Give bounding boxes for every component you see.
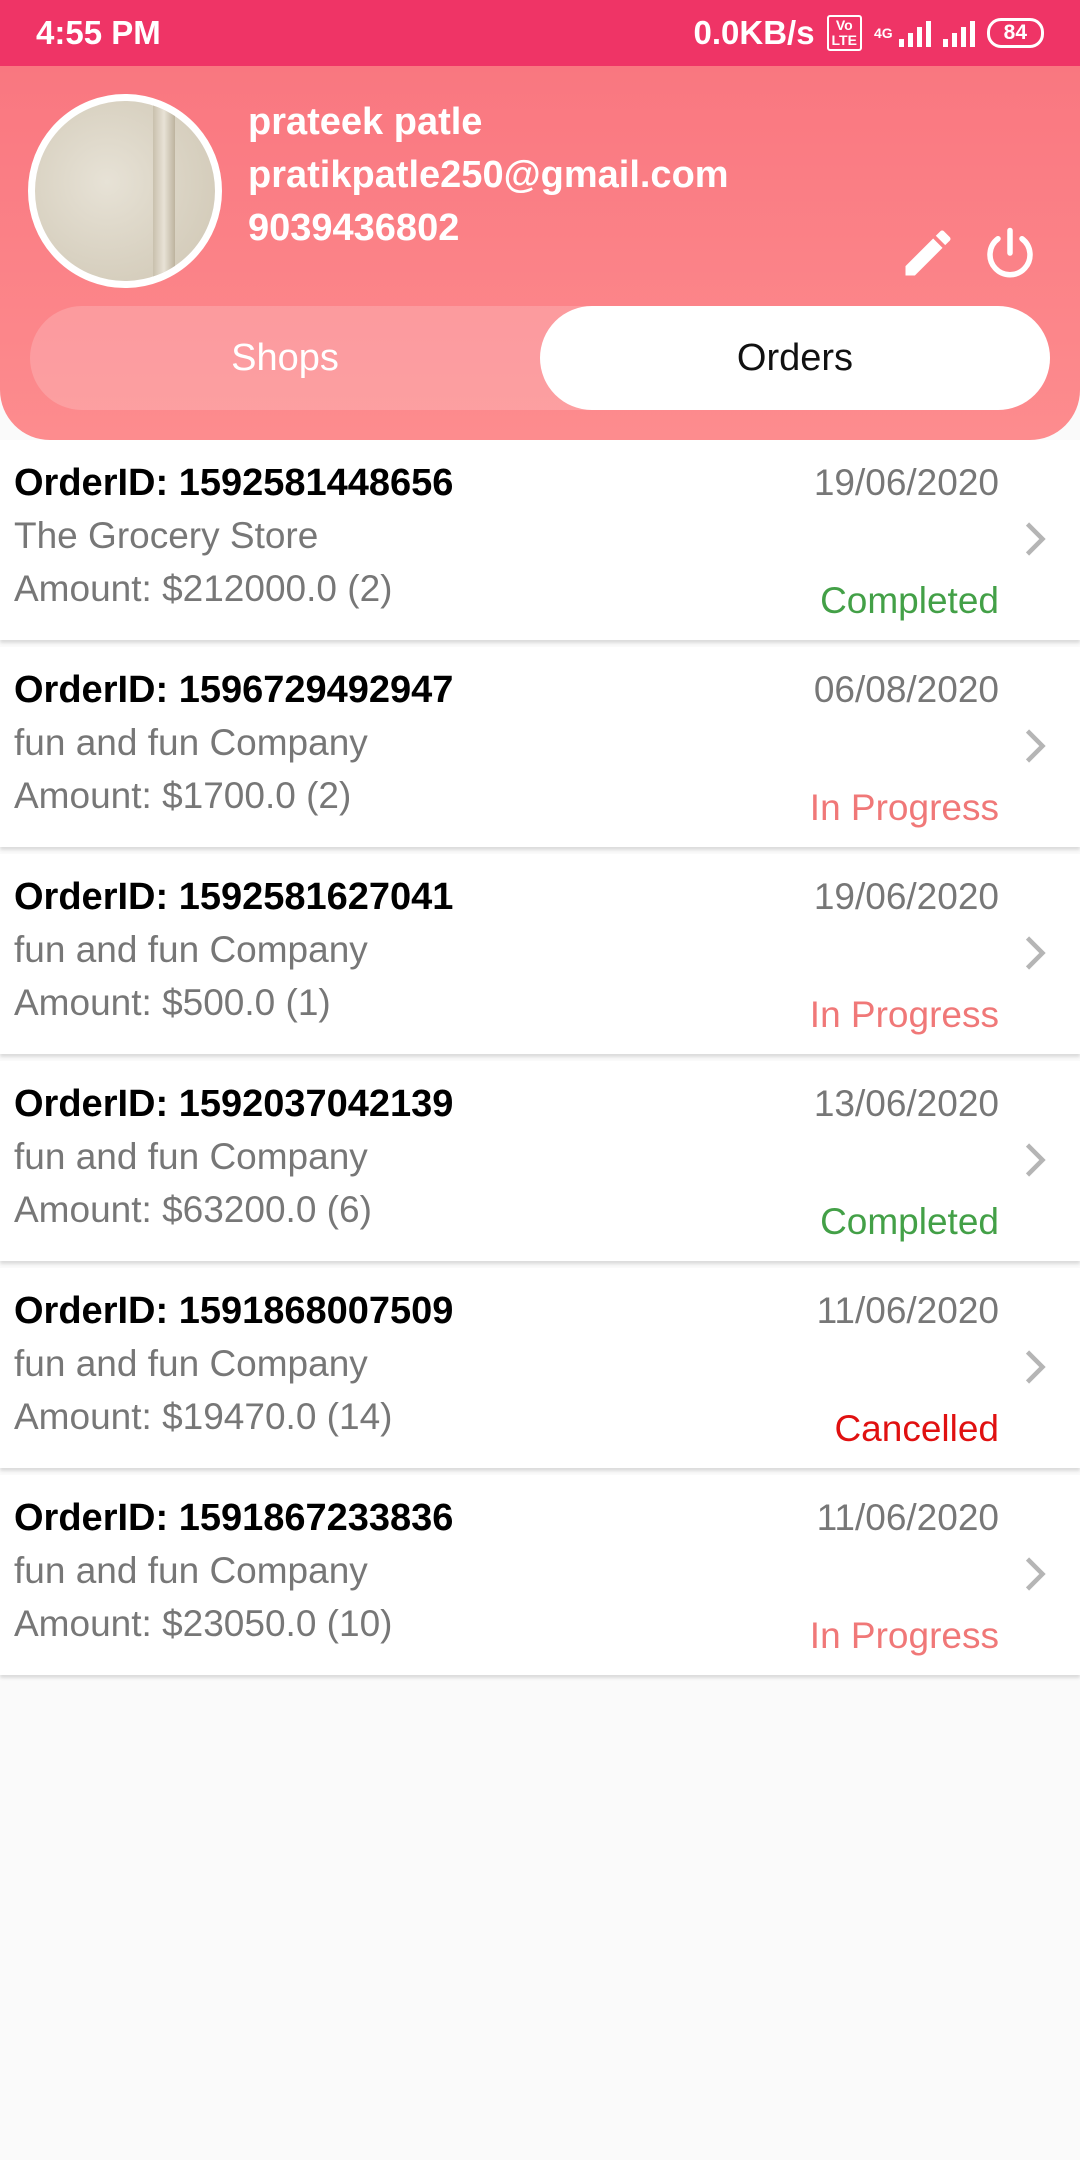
order-card[interactable]: OrderID: 1591867233836 fun and fun Compa… xyxy=(0,1475,1080,1675)
order-store: The Grocery Store xyxy=(14,515,319,556)
volte-icon: Vo LTE xyxy=(826,15,862,51)
status-indicators: 0.0KB/s Vo LTE 4G 84 xyxy=(693,14,1044,52)
order-date: 11/06/2020 xyxy=(816,1290,999,1331)
order-date: 19/06/2020 xyxy=(813,462,999,503)
chevron-right-icon xyxy=(1025,729,1046,763)
signal-icon-2 xyxy=(942,19,975,47)
chevron-right-icon xyxy=(1025,936,1046,970)
order-store: fun and fun Company xyxy=(14,1550,368,1591)
order-date: 06/08/2020 xyxy=(813,669,999,710)
order-card[interactable]: OrderID: 1592581627041 fun and fun Compa… xyxy=(0,854,1080,1054)
order-amount: Amount: $63200.0 (6) xyxy=(14,1189,372,1230)
order-id: OrderID: 1592581448656 xyxy=(14,462,454,504)
profile-header: prateek patle pratikpatle250@gmail.com 9… xyxy=(0,66,1080,440)
order-amount: Amount: $500.0 (1) xyxy=(14,982,331,1023)
order-amount: Amount: $1700.0 (2) xyxy=(14,775,352,816)
pencil-icon[interactable] xyxy=(898,223,958,283)
order-id: OrderID: 1591867233836 xyxy=(14,1497,454,1539)
network-type: 4G xyxy=(873,25,893,41)
order-id: OrderID: 1591868007509 xyxy=(14,1290,454,1332)
chevron-right-icon xyxy=(1025,522,1046,556)
user-email: pratikpatle250@gmail.com xyxy=(248,154,729,196)
order-date: 19/06/2020 xyxy=(813,876,999,917)
order-status: In Progress xyxy=(809,1615,999,1656)
order-store: fun and fun Company xyxy=(14,722,368,763)
order-card[interactable]: OrderID: 1591868007509 fun and fun Compa… xyxy=(0,1268,1080,1468)
order-store: fun and fun Company xyxy=(14,1343,368,1384)
signal-icon xyxy=(898,19,931,47)
status-bar: 4:55 PM 0.0KB/s Vo LTE 4G 84 xyxy=(0,0,1080,66)
chevron-right-icon xyxy=(1025,1557,1046,1591)
tab-orders[interactable]: Orders xyxy=(540,306,1050,410)
order-status: Cancelled xyxy=(834,1408,999,1449)
order-amount: Amount: $212000.0 (2) xyxy=(14,568,393,609)
order-store: fun and fun Company xyxy=(14,929,368,970)
user-name: prateek patle xyxy=(248,101,483,143)
order-id: OrderID: 1596729492947 xyxy=(14,669,454,711)
order-amount: Amount: $19470.0 (14) xyxy=(14,1396,393,1437)
order-status: Completed xyxy=(820,1201,999,1242)
battery-icon: 84 xyxy=(986,18,1044,48)
order-card[interactable]: OrderID: 1592581448656 The Grocery Store… xyxy=(0,440,1080,640)
battery-level: 84 xyxy=(1003,21,1027,44)
tab-shops[interactable]: Shops xyxy=(30,306,540,410)
order-status: Completed xyxy=(820,580,999,621)
order-card[interactable]: OrderID: 1596729492947 fun and fun Compa… xyxy=(0,647,1080,847)
tab-bar: Shops Orders xyxy=(30,306,1050,410)
user-info: prateek patle pratikpatle250@gmail.com 9… xyxy=(248,96,729,255)
orders-list: OrderID: 1592581448656 The Grocery Store… xyxy=(0,440,1080,1682)
chevron-right-icon xyxy=(1025,1143,1046,1177)
order-date: 11/06/2020 xyxy=(816,1497,999,1538)
order-amount: Amount: $23050.0 (10) xyxy=(14,1603,393,1644)
order-id: OrderID: 1592037042139 xyxy=(14,1083,454,1125)
order-status: In Progress xyxy=(809,994,999,1035)
order-status: In Progress xyxy=(809,787,999,828)
order-store: fun and fun Company xyxy=(14,1136,368,1177)
chevron-right-icon xyxy=(1025,1350,1046,1384)
avatar[interactable] xyxy=(28,94,222,288)
user-phone: 9039436802 xyxy=(248,207,460,249)
order-date: 13/06/2020 xyxy=(813,1083,999,1124)
power-icon[interactable] xyxy=(980,223,1040,283)
network-speed: 0.0KB/s xyxy=(693,14,815,51)
order-id: OrderID: 1592581627041 xyxy=(14,876,454,918)
status-time: 4:55 PM xyxy=(36,14,161,51)
order-card[interactable]: OrderID: 1592037042139 fun and fun Compa… xyxy=(0,1061,1080,1261)
